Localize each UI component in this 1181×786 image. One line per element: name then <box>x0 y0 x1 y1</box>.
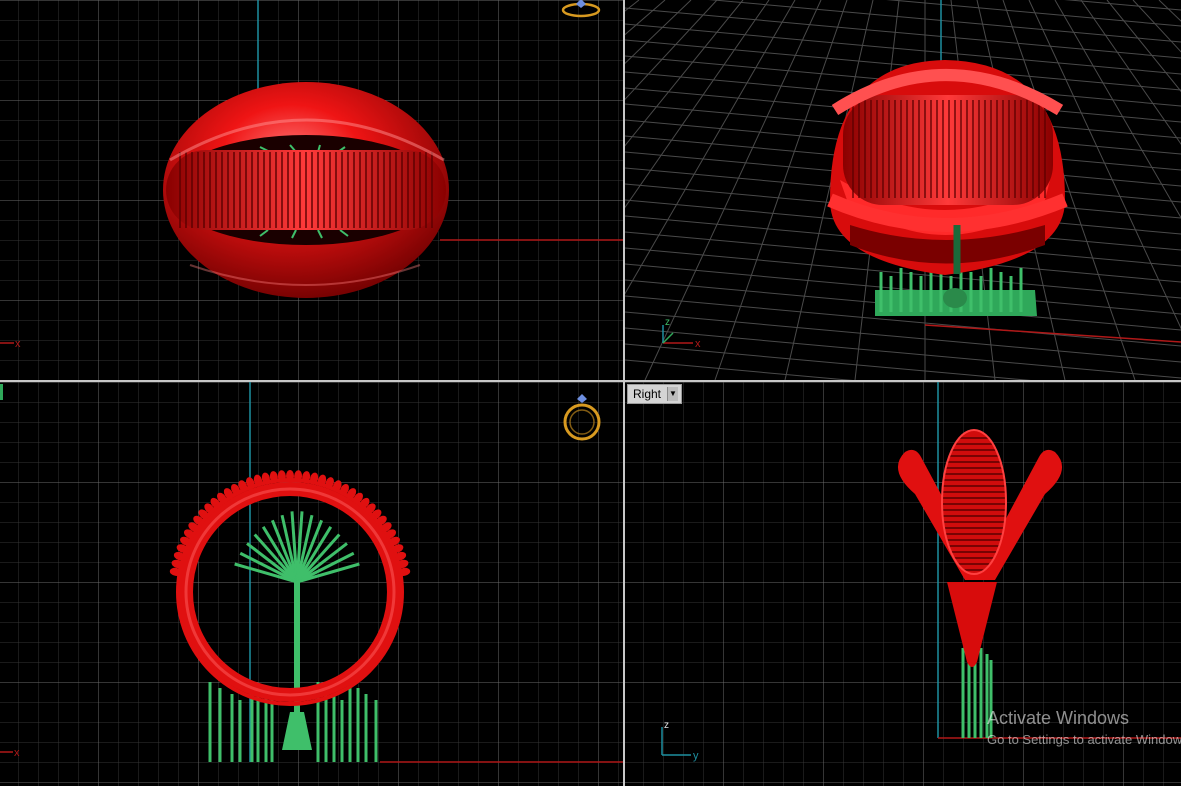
ring-perspective-view <box>827 60 1068 308</box>
svg-text:x: x <box>15 338 21 350</box>
activation-watermark: Activate Windows Go to Settings to activ… <box>987 708 1181 747</box>
svg-text:x: x <box>14 747 20 759</box>
viewport-label-text: Right <box>633 387 662 401</box>
viewport-divider-vertical[interactable] <box>623 0 625 786</box>
front-view-canvas: x <box>0 382 623 786</box>
svg-text:x: x <box>695 338 701 350</box>
viewport-perspective[interactable]: z x <box>625 0 1181 380</box>
viewport-top[interactable]: x <box>0 0 623 380</box>
watermark-title: Activate Windows <box>987 708 1130 728</box>
dropdown-arrow-icon[interactable]: ▼ <box>667 387 679 401</box>
watermark-subtitle: Go to Settings to activate Windows. <box>987 732 1181 747</box>
ring-top-view <box>163 82 449 298</box>
viewport-edge-marker <box>0 384 3 400</box>
svg-text:y: y <box>693 750 699 762</box>
viewport-label-dropdown[interactable]: Right ▼ <box>627 384 683 404</box>
top-view-canvas: x <box>0 0 623 380</box>
svg-text:z: z <box>664 720 669 731</box>
viewport-divider-horizontal[interactable] <box>0 380 1181 382</box>
perspective-view-canvas: z x <box>625 0 1181 380</box>
svg-text:z: z <box>665 317 670 328</box>
viewport-front[interactable]: x <box>0 382 623 786</box>
